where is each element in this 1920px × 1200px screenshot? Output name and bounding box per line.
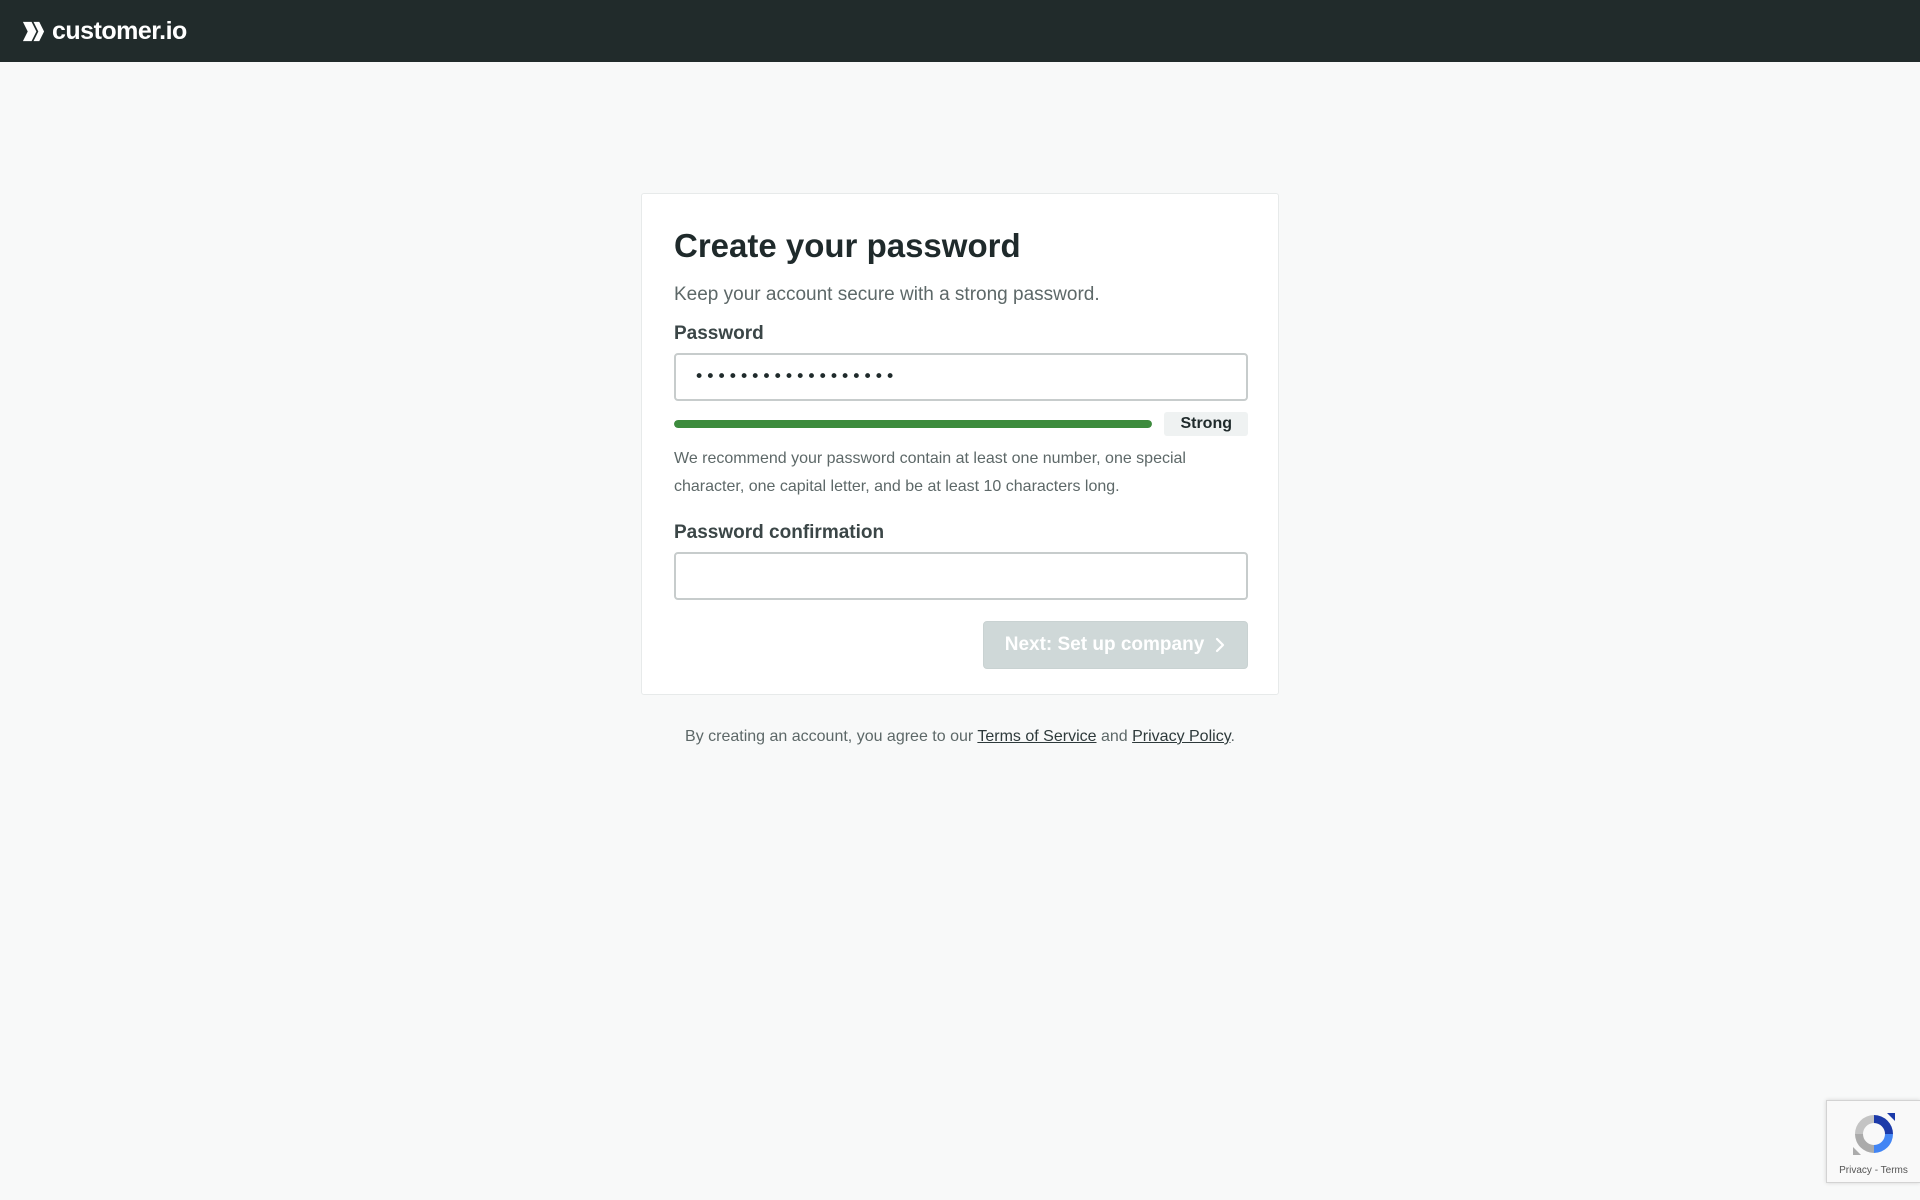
recaptcha-terms-link[interactable]: Terms	[1881, 1165, 1908, 1176]
form-actions: Next: Set up company	[674, 620, 1248, 669]
next-button-label: Next: Set up company	[1004, 633, 1205, 655]
terms-of-service-link[interactable]: Terms of Service	[977, 728, 1096, 745]
recaptcha-badge[interactable]: Privacy - Terms	[1826, 1100, 1920, 1183]
customer-io-logo-icon	[22, 21, 45, 41]
password-input[interactable]	[674, 352, 1248, 401]
next-set-up-company-button[interactable]: Next: Set up company	[983, 620, 1248, 669]
recaptcha-icon	[1853, 1113, 1895, 1155]
page-title: Create your password	[674, 227, 1021, 264]
strength-bar-fill	[674, 419, 1153, 428]
strength-badge: Strong	[1164, 411, 1248, 436]
top-navigation-bar: customer.io	[0, 0, 1920, 62]
recaptcha-privacy-link[interactable]: Privacy	[1839, 1165, 1872, 1176]
password-confirmation-input[interactable]	[674, 551, 1248, 600]
privacy-policy-link[interactable]: Privacy Policy	[1132, 728, 1230, 745]
legal-notice: By creating an account, you agree to our…	[0, 728, 1920, 746]
page-subtitle: Keep your account secure with a strong p…	[674, 283, 1100, 305]
recaptcha-separator: -	[1871, 1165, 1881, 1176]
password-strength-meter: Strong	[674, 411, 1248, 436]
password-hint: We recommend your password contain at le…	[674, 449, 1186, 495]
legal-suffix: .	[1230, 728, 1235, 745]
logo-text: customer.io	[52, 16, 187, 45]
legal-prefix: By creating an account, you agree to our	[685, 728, 978, 745]
password-confirmation-label: Password confirmation	[674, 521, 885, 543]
password-label: Password	[674, 323, 764, 345]
strength-bar-track	[674, 419, 1153, 428]
recaptcha-links: Privacy - Terms	[1827, 1165, 1920, 1176]
create-password-card: Create your password Keep your account s…	[641, 193, 1279, 695]
customer-io-logo[interactable]: customer.io	[21, 17, 187, 46]
legal-middle: and	[1096, 728, 1133, 745]
chevron-right-icon	[1216, 637, 1225, 652]
